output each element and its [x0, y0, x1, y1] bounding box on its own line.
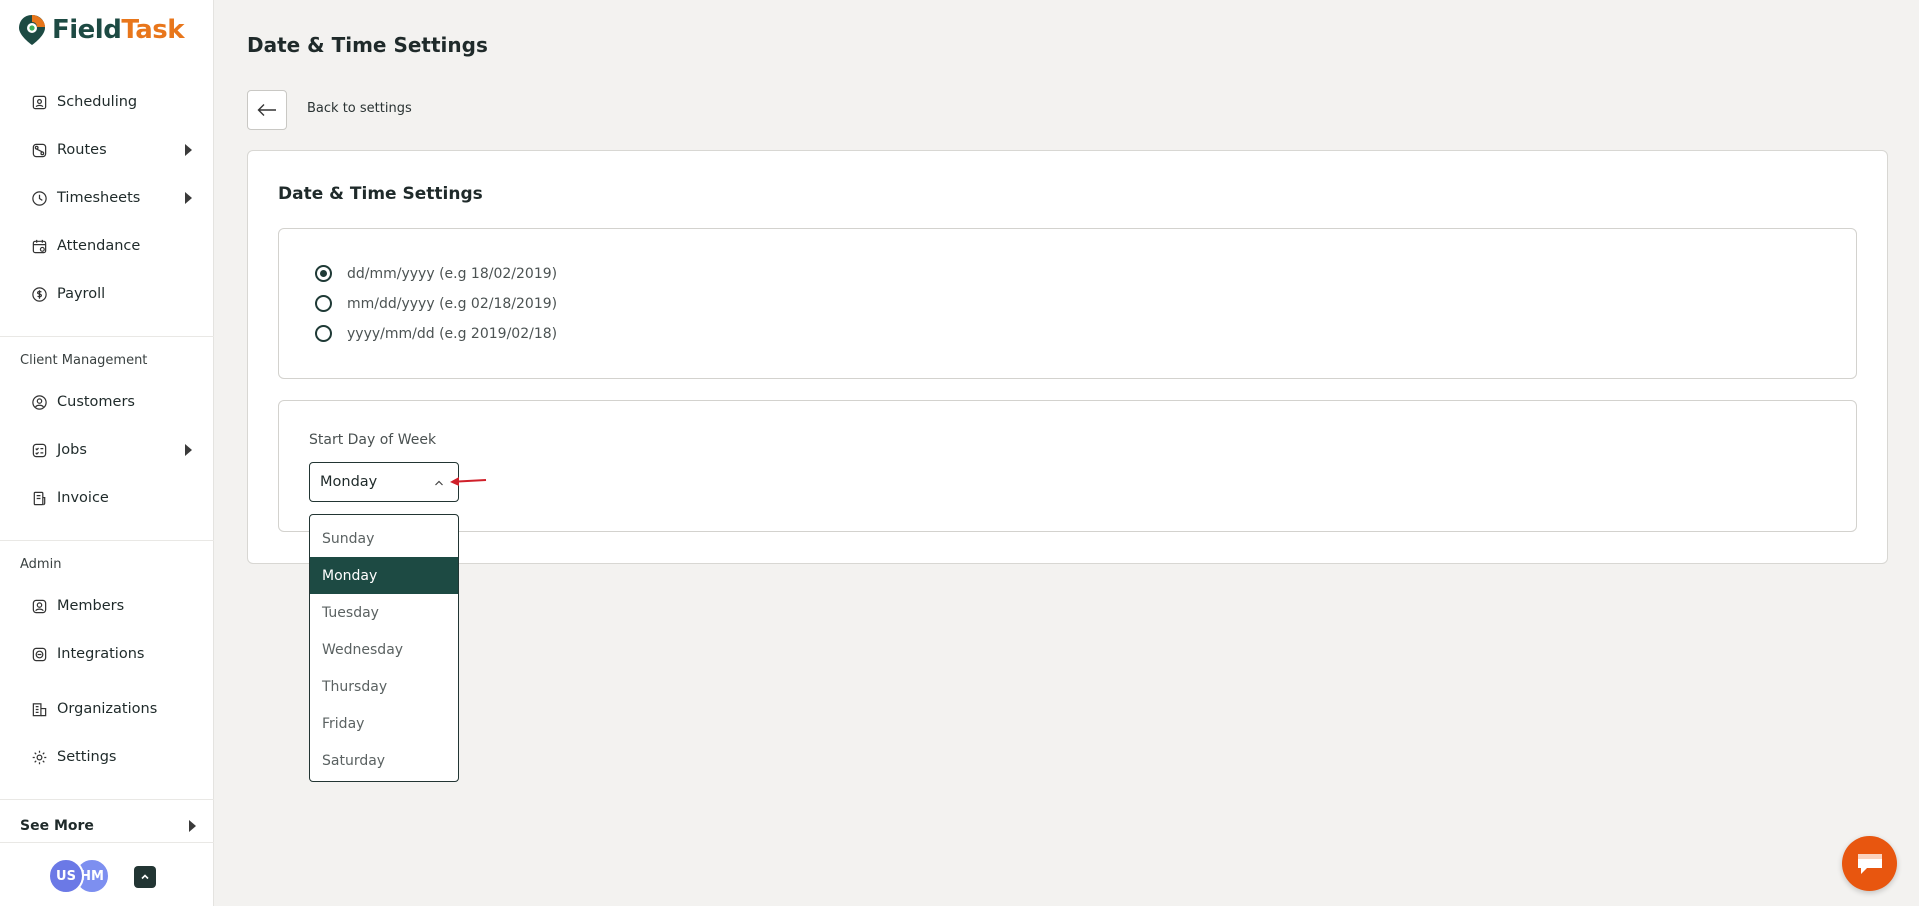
- see-more-label: See More: [20, 818, 94, 834]
- sidebar-item-invoice[interactable]: Invoice: [30, 484, 194, 512]
- sidebar-item-label: Routes: [57, 142, 107, 158]
- start-day-dropdown[interactable]: Sunday Monday Tuesday Wednesday Thursday…: [309, 514, 459, 782]
- sidebar-item-routes[interactable]: Routes: [30, 136, 194, 164]
- see-more-button[interactable]: See More: [20, 818, 196, 834]
- date-format-option-yyyymmdd[interactable]: yyyy/mm/dd (e.g 2019/02/18): [315, 325, 557, 342]
- sidebar-divider: [0, 842, 214, 843]
- dollar-circle-icon: [30, 285, 48, 303]
- sidebar-item-timesheets[interactable]: Timesheets: [30, 184, 194, 212]
- date-format-label: mm/dd/yyyy (e.g 02/18/2019): [347, 295, 558, 312]
- integrations-icon: [30, 645, 48, 663]
- sidebar-item-settings[interactable]: Settings: [30, 743, 194, 771]
- sidebar-item-label: Customers: [57, 394, 135, 410]
- dropdown-option-sunday[interactable]: Sunday: [310, 520, 458, 557]
- date-format-label: dd/mm/yyyy (e.g 18/02/2019): [347, 265, 558, 282]
- arrow-left-icon: [257, 104, 276, 116]
- clock-icon: [30, 189, 48, 207]
- dropdown-option-monday[interactable]: Monday: [310, 557, 458, 594]
- date-format-option-ddmmyyyy[interactable]: dd/mm/yyyy (e.g 18/02/2019): [315, 265, 557, 282]
- calendar-check-icon: [30, 237, 48, 255]
- sidebar-divider: [0, 540, 214, 541]
- back-button[interactable]: [247, 90, 287, 130]
- chat-support-button[interactable]: [1842, 836, 1897, 891]
- back-to-settings-link[interactable]: Back to settings: [307, 101, 412, 116]
- expand-caret-icon: [189, 820, 196, 832]
- sidebar-item-label: Timesheets: [57, 190, 141, 206]
- user-circle-icon: [30, 393, 48, 411]
- sidebar-item-label: Invoice: [57, 490, 109, 506]
- invoice-icon: [30, 489, 48, 507]
- sidebar-item-label: Integrations: [57, 646, 145, 662]
- building-icon: [30, 700, 48, 718]
- sidebar-item-label: Settings: [57, 749, 117, 765]
- chat-bubble-icon: [1857, 853, 1882, 874]
- start-day-selected-value: Monday: [320, 474, 378, 490]
- sidebar: FieldTask Scheduling Routes Timesheets A…: [0, 0, 214, 906]
- location-pin-logo-icon: [19, 15, 45, 45]
- date-format-option-mmddyyyy[interactable]: mm/dd/yyyy (e.g 02/18/2019): [315, 295, 557, 312]
- chevron-up-icon: [435, 480, 443, 486]
- sidebar-divider: [0, 799, 214, 800]
- start-day-group: [278, 400, 1857, 532]
- calendar-user-icon: [30, 93, 48, 111]
- avatar[interactable]: US: [48, 858, 84, 894]
- date-format-label: yyyy/mm/dd (e.g 2019/02/18): [347, 325, 558, 342]
- expand-caret-icon[interactable]: [185, 444, 192, 456]
- checklist-icon: [30, 441, 48, 459]
- member-icon: [30, 597, 48, 615]
- start-day-select[interactable]: Monday: [309, 462, 459, 502]
- sidebar-item-customers[interactable]: Customers: [30, 388, 194, 416]
- sidebar-item-label: Scheduling: [57, 94, 138, 110]
- sidebar-item-jobs[interactable]: Jobs: [30, 436, 194, 464]
- fieldtask-logo[interactable]: FieldTask: [18, 14, 185, 46]
- radio-button-checked[interactable]: [315, 265, 332, 282]
- expand-up-button[interactable]: [134, 866, 156, 888]
- sidebar-item-attendance[interactable]: Attendance: [30, 232, 194, 260]
- sidebar-item-label: Organizations: [57, 701, 158, 717]
- route-icon: [30, 141, 48, 159]
- sidebar-item-integrations[interactable]: Integrations: [30, 640, 194, 668]
- logo-text: FieldTask: [52, 15, 185, 45]
- radio-button[interactable]: [315, 325, 332, 342]
- chevron-up-icon: [141, 874, 149, 880]
- sidebar-item-label: Payroll: [57, 286, 106, 302]
- dropdown-option-thursday[interactable]: Thursday: [310, 668, 458, 705]
- sidebar-item-members[interactable]: Members: [30, 592, 194, 620]
- sidebar-divider: [0, 336, 214, 337]
- sidebar-item-label: Members: [57, 598, 125, 614]
- section-label-admin: Admin: [20, 557, 62, 572]
- start-day-label: Start Day of Week: [309, 432, 437, 448]
- sidebar-item-label: Jobs: [57, 442, 87, 458]
- page-title: Date & Time Settings: [247, 33, 488, 57]
- section-label-client-management: Client Management: [20, 353, 148, 368]
- sidebar-item-organizations[interactable]: Organizations: [30, 695, 194, 723]
- expand-caret-icon[interactable]: [185, 144, 192, 156]
- radio-button[interactable]: [315, 295, 332, 312]
- expand-caret-icon[interactable]: [185, 192, 192, 204]
- dropdown-option-wednesday[interactable]: Wednesday: [310, 631, 458, 668]
- sidebar-item-payroll[interactable]: Payroll: [30, 280, 194, 308]
- gear-icon: [30, 748, 48, 766]
- dropdown-option-saturday[interactable]: Saturday: [310, 742, 458, 779]
- sidebar-item-label: Attendance: [57, 238, 141, 254]
- dropdown-option-friday[interactable]: Friday: [310, 705, 458, 742]
- sidebar-item-scheduling[interactable]: Scheduling: [30, 88, 194, 116]
- dropdown-option-tuesday[interactable]: Tuesday: [310, 594, 458, 631]
- card-title: Date & Time Settings: [278, 184, 483, 204]
- annotation-arrow-icon: [450, 477, 487, 486]
